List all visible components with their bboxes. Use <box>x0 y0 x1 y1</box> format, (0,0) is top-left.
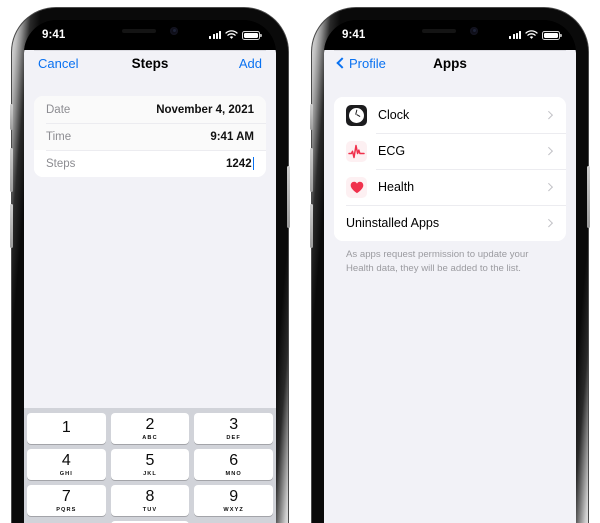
key-3[interactable]: 3 DEF <box>194 413 274 444</box>
list-item-health[interactable]: Health <box>334 169 566 205</box>
wifi-icon <box>525 30 538 39</box>
date-row[interactable]: Date November 4, 2021 <box>34 96 266 123</box>
key-5[interactable]: 5 JKL <box>110 449 190 480</box>
list-item-clock[interactable]: Clock <box>334 97 566 133</box>
key-4[interactable]: 4 GHI <box>27 449 106 480</box>
list-item-label: Uninstalled Apps <box>346 216 440 230</box>
key-number: 4 <box>61 452 71 470</box>
cellular-bars-icon <box>209 31 221 39</box>
front-camera-icon <box>470 26 478 35</box>
device-notch <box>398 20 502 41</box>
date-value[interactable]: November 4, 2021 <box>156 104 254 116</box>
key-letters: ABC <box>142 434 158 441</box>
list-item-label: Health <box>378 180 415 194</box>
steps-row[interactable]: Steps 1242 <box>34 150 266 177</box>
apps-sheet: Profile Apps Clock ECG Health Uninstalle… <box>324 37 576 523</box>
steps-input[interactable]: 1242 <box>226 158 252 170</box>
list-item-ecg[interactable]: ECG <box>334 133 566 169</box>
text-cursor <box>252 157 254 170</box>
key-letters: DEF <box>226 434 241 441</box>
apps-list: Clock ECG Health Uninstalled Apps <box>334 97 566 241</box>
steps-entry-form: Date November 4, 2021 Time 9:41 AM Steps… <box>34 96 266 177</box>
key-1[interactable]: 1 <box>27 413 106 444</box>
left-screen: 9:41 Cancel Steps Add Date November 4, 2… <box>24 20 276 523</box>
device-notch <box>98 20 202 41</box>
cancel-button[interactable]: Cancel <box>38 56 78 71</box>
steps-value-wrap[interactable]: 1242 <box>226 157 254 170</box>
keypad-row: 4 GHI 5 JKL 6 MNO <box>27 449 274 480</box>
numeric-keypad: 1 2 ABC 3 DEF 4 GHI 5 JKL 6 MNO 7 PQRS 8… <box>24 408 276 523</box>
key-number: 6 <box>229 452 239 470</box>
battery-full-icon <box>242 30 262 40</box>
wifi-icon <box>225 30 238 39</box>
chevron-left-icon <box>336 57 348 69</box>
clock-app-icon <box>346 104 367 126</box>
keypad-row: 1 2 ABC 3 DEF <box>27 413 274 444</box>
cellular-bars-icon <box>509 31 521 39</box>
key-letters: PQRS <box>56 506 77 513</box>
key-letters: GHI <box>59 470 73 477</box>
chevron-right-icon <box>544 147 553 155</box>
left-device-frame: 9:41 Cancel Steps Add Date November 4, 2… <box>10 8 290 523</box>
status-clock: 9:41 <box>342 29 366 41</box>
time-value[interactable]: 9:41 AM <box>210 131 254 143</box>
right-screen: 9:41 Profile Apps Clock ECG Health Unins… <box>324 20 576 523</box>
mute-switch[interactable] <box>310 104 313 130</box>
keypad-row: 7 PQRS 8 TUV 9 WXYZ <box>27 485 274 516</box>
key-number: 7 <box>61 488 71 506</box>
list-item-label: ECG <box>378 144 406 158</box>
key-number: 5 <box>145 452 155 470</box>
key-letters: MNO <box>225 470 242 477</box>
key-6[interactable]: 6 MNO <box>194 449 274 480</box>
chevron-right-icon <box>544 111 553 119</box>
front-camera-icon <box>170 26 178 35</box>
status-indicators <box>209 30 262 40</box>
right-device-frame: 9:41 Profile Apps Clock ECG Health Unins… <box>310 8 590 523</box>
status-indicators <box>509 30 562 40</box>
list-item-uninstalled-apps[interactable]: Uninstalled Apps <box>334 205 566 241</box>
volume-down-button[interactable] <box>10 204 13 248</box>
key-number: 3 <box>229 416 239 434</box>
chevron-right-icon <box>544 183 553 191</box>
back-button-label[interactable]: Profile <box>349 56 386 71</box>
time-label: Time <box>46 130 72 143</box>
key-number: 9 <box>229 488 239 506</box>
key-number: 8 <box>145 488 155 506</box>
key-2[interactable]: 2 ABC <box>110 413 190 444</box>
key-8[interactable]: 8 TUV <box>110 485 190 516</box>
screenshot-root: 9:41 Cancel Steps Add Date November 4, 2… <box>0 0 600 523</box>
battery-full-icon <box>542 30 562 40</box>
health-app-icon <box>346 176 367 198</box>
power-button[interactable] <box>287 166 290 228</box>
status-clock: 9:41 <box>42 29 66 41</box>
power-button[interactable] <box>587 166 590 228</box>
key-number: 2 <box>145 416 155 434</box>
key-letters: JKL <box>143 470 157 477</box>
earpiece-speaker <box>122 28 156 33</box>
volume-down-button[interactable] <box>310 204 313 248</box>
mute-switch[interactable] <box>10 104 13 130</box>
back-button[interactable]: Profile <box>336 56 386 71</box>
key-9[interactable]: 9 WXYZ <box>194 485 274 516</box>
volume-up-button[interactable] <box>10 148 13 192</box>
add-button[interactable]: Add <box>239 56 262 71</box>
apps-footnote: As apps request permission to update you… <box>346 249 529 274</box>
key-7[interactable]: 7 PQRS <box>27 485 106 516</box>
time-row[interactable]: Time 9:41 AM <box>34 123 266 150</box>
add-steps-sheet: Cancel Steps Add Date November 4, 2021 T… <box>24 37 276 523</box>
steps-label: Steps <box>46 157 76 170</box>
volume-up-button[interactable] <box>310 148 313 192</box>
date-label: Date <box>46 103 71 116</box>
chevron-right-icon <box>544 219 553 227</box>
key-letters: TUV <box>142 506 158 513</box>
earpiece-speaker <box>422 28 456 33</box>
list-item-label: Clock <box>378 108 410 122</box>
key-letters: WXYZ <box>223 506 244 513</box>
ecg-app-icon <box>346 140 367 162</box>
key-number: 1 <box>61 419 71 437</box>
